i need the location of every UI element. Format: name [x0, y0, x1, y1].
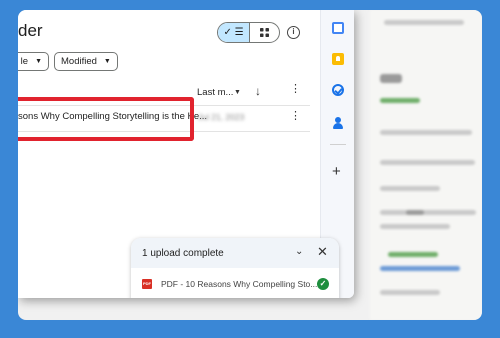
check-circle-icon: ✓ [317, 278, 329, 290]
add-icon[interactable]: + [332, 164, 341, 179]
list-icon: ✓ ☰ [223, 27, 244, 38]
caret-down-icon[interactable]: ▼ [234, 89, 241, 96]
background-document [370, 10, 482, 320]
caret-down-icon: ▼ [103, 58, 111, 65]
modified-filter-label: Modified [61, 56, 97, 67]
arrow-down-icon[interactable]: ↓ [255, 84, 261, 98]
upload-panel: 1 upload complete ⌄ ✕ PDF PDF - 10 Reaso… [131, 238, 339, 298]
row-more-vert-icon[interactable]: ⋮ [290, 111, 301, 122]
grid-icon [260, 28, 269, 37]
screenshot-frame: der ✓ ☰ i le ▼ Modified ▼ Last m... ▼ ↓ … [18, 10, 482, 320]
close-icon[interactable]: ✕ [317, 244, 328, 260]
highlight-box [18, 97, 194, 141]
calendar-icon[interactable] [332, 22, 344, 34]
type-filter-chip[interactable]: le ▼ [18, 52, 49, 71]
pdf-file-icon: PDF [142, 279, 152, 289]
type-filter-label: le [20, 56, 29, 67]
tasks-icon[interactable] [332, 84, 344, 96]
file-date: Jul 21, 2023 [198, 112, 245, 122]
upload-item[interactable]: PDF PDF - 10 Reasons Why Compelling Sto.… [131, 268, 339, 298]
grid-view-button[interactable] [250, 23, 279, 42]
page-title: der [18, 21, 43, 40]
more-vert-icon[interactable]: ⋮ [290, 84, 301, 95]
view-toggle[interactable]: ✓ ☰ [217, 22, 280, 43]
info-icon[interactable]: i [287, 26, 300, 39]
drive-window: der ✓ ☰ i le ▼ Modified ▼ Last m... ▼ ↓ … [18, 10, 354, 298]
caret-down-icon: ▼ [35, 58, 42, 65]
contacts-icon[interactable] [332, 117, 344, 129]
chevron-down-icon[interactable]: ⌄ [295, 246, 303, 257]
upload-status: 1 upload complete [142, 247, 224, 259]
modified-filter-chip[interactable]: Modified ▼ [54, 52, 118, 71]
side-divider [330, 144, 346, 145]
upload-panel-header: 1 upload complete [131, 238, 339, 268]
last-modified-column-header[interactable]: Last m... [197, 87, 233, 98]
upload-file-name: PDF - 10 Reasons Why Compelling Sto... [161, 279, 318, 289]
list-view-button[interactable]: ✓ ☰ [218, 23, 250, 42]
keep-icon[interactable] [332, 53, 344, 65]
